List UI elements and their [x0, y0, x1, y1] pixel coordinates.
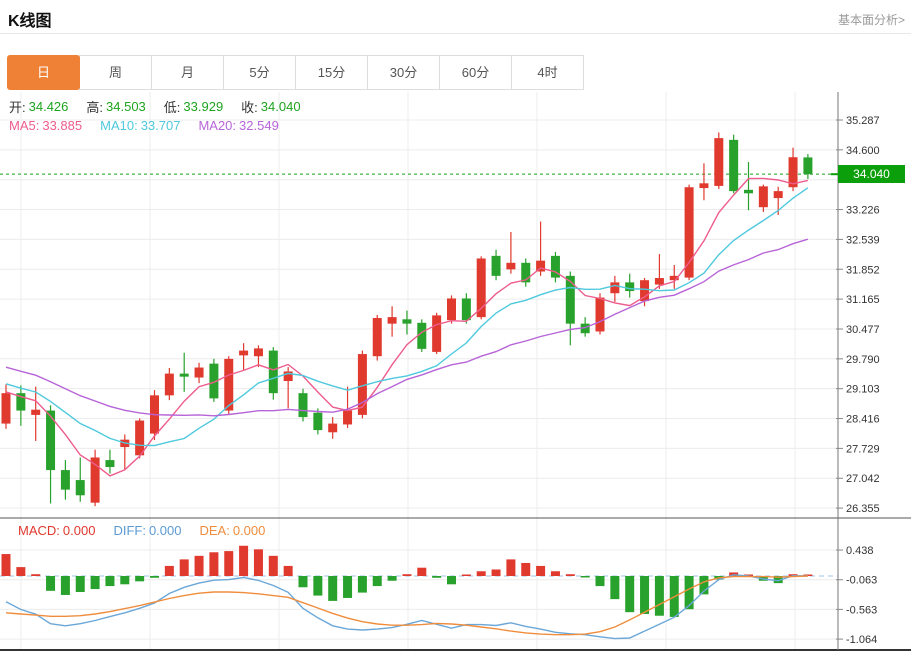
- fundamental-analysis-link[interactable]: 基本面分析>: [838, 11, 905, 28]
- axis-label: 28.416: [846, 414, 880, 426]
- axis-label: 27.729: [846, 443, 880, 455]
- ma-label-1: MA10:: [100, 118, 138, 133]
- ohlc-item-0: 开: 34.426: [9, 97, 68, 116]
- macd-value-0: 0.000: [62, 523, 96, 538]
- axis-label: 31.165: [846, 294, 880, 306]
- axis-label: 0.438: [846, 545, 874, 557]
- ohlc-value-2: 33.929: [183, 99, 224, 114]
- tab-interval-6[interactable]: 60分: [439, 55, 512, 90]
- kline-page: 35.287 34.600 33.226 32.539 31.852 31.165 30.4…: [0, 0, 911, 652]
- macd-value-2: 0.000: [232, 523, 266, 538]
- ma-item-1: MA10: 33.707: [100, 118, 180, 133]
- tab-interval-3[interactable]: 5分: [223, 55, 296, 90]
- ma-label-2: MA20:: [198, 118, 237, 133]
- ohlc-item-3: 收: 34.040: [241, 97, 300, 116]
- macd-item-2: DEA: 0.000: [199, 523, 265, 538]
- axis-label: 27.042: [846, 473, 880, 485]
- axis-label: -0.563: [846, 604, 877, 616]
- tab-interval-4[interactable]: 15分: [295, 55, 368, 90]
- ma-label-0: MA5:: [9, 118, 40, 133]
- tab-interval-0[interactable]: 日: [7, 55, 80, 90]
- ohlc-item-2: 低: 33.929: [164, 97, 223, 116]
- ohlc-value-1: 34.503: [106, 99, 146, 114]
- macd-value-1: 0.000: [148, 523, 182, 538]
- axis-label: 26.355: [846, 503, 880, 515]
- ohlc-label-0: 开:: [9, 100, 26, 115]
- macd-label-0: MACD:: [18, 523, 60, 538]
- ohlc-label-2: 低:: [163, 100, 181, 115]
- interval-tabs: 日周月 5分 15分 30分 60分 4时: [7, 55, 584, 90]
- axis-label: 29.790: [846, 354, 880, 366]
- ohlc-label-3: 收:: [241, 100, 258, 115]
- axis-label: 35.287: [846, 115, 880, 127]
- ma-value-0: 33.885: [42, 118, 83, 133]
- axis-label: 29.103: [846, 384, 880, 396]
- current-price-tag: 34.040: [838, 165, 905, 184]
- ohlc-legend: 开: 34.426 高: 34.503 低: 33.929 收: 34.040: [9, 97, 319, 116]
- macd-item-0: MACD: 0.000: [18, 523, 95, 538]
- macd-label-1: DIFF:: [113, 523, 146, 538]
- page-title: K线图: [8, 13, 52, 30]
- tab-interval-1[interactable]: 周: [79, 55, 152, 90]
- ohlc-value-3: 34.040: [260, 99, 301, 114]
- axis-label: -1.064: [846, 634, 877, 646]
- macd-item-1: DIFF: 0.000: [113, 523, 181, 538]
- ma-item-0: MA5: 33.885: [9, 118, 82, 133]
- macd-label-2: DEA:: [199, 523, 230, 538]
- ohlc-item-1: 高: 34.503: [86, 97, 145, 116]
- current-price-value: 34.040: [853, 167, 890, 182]
- ma-value-2: 32.549: [239, 118, 279, 133]
- axis-label: 32.539: [846, 234, 880, 246]
- ma-item-2: MA20: 32.549: [198, 118, 278, 133]
- tab-interval-5[interactable]: 30分: [367, 55, 440, 90]
- axis-label: 33.226: [846, 205, 880, 217]
- ma-legend: MA5: 33.885 MA10: 33.707 MA20: 32.549: [9, 118, 297, 133]
- macd-legend: MACD: 0.000 DIFF: 0.000 DEA: 0.000: [18, 523, 283, 538]
- ohlc-value-0: 34.426: [28, 99, 69, 114]
- axis-label: -0.063: [846, 575, 877, 587]
- axis-label: 34.600: [846, 145, 880, 157]
- ohlc-label-1: 高:: [86, 100, 104, 115]
- ma-value-1: 33.707: [140, 118, 181, 133]
- axis-label: 31.852: [846, 264, 880, 276]
- tab-interval-7[interactable]: 4时: [511, 55, 584, 90]
- axis-label: 30.477: [846, 324, 880, 336]
- tab-interval-2[interactable]: 月: [151, 55, 224, 90]
- header-divider: [0, 33, 911, 34]
